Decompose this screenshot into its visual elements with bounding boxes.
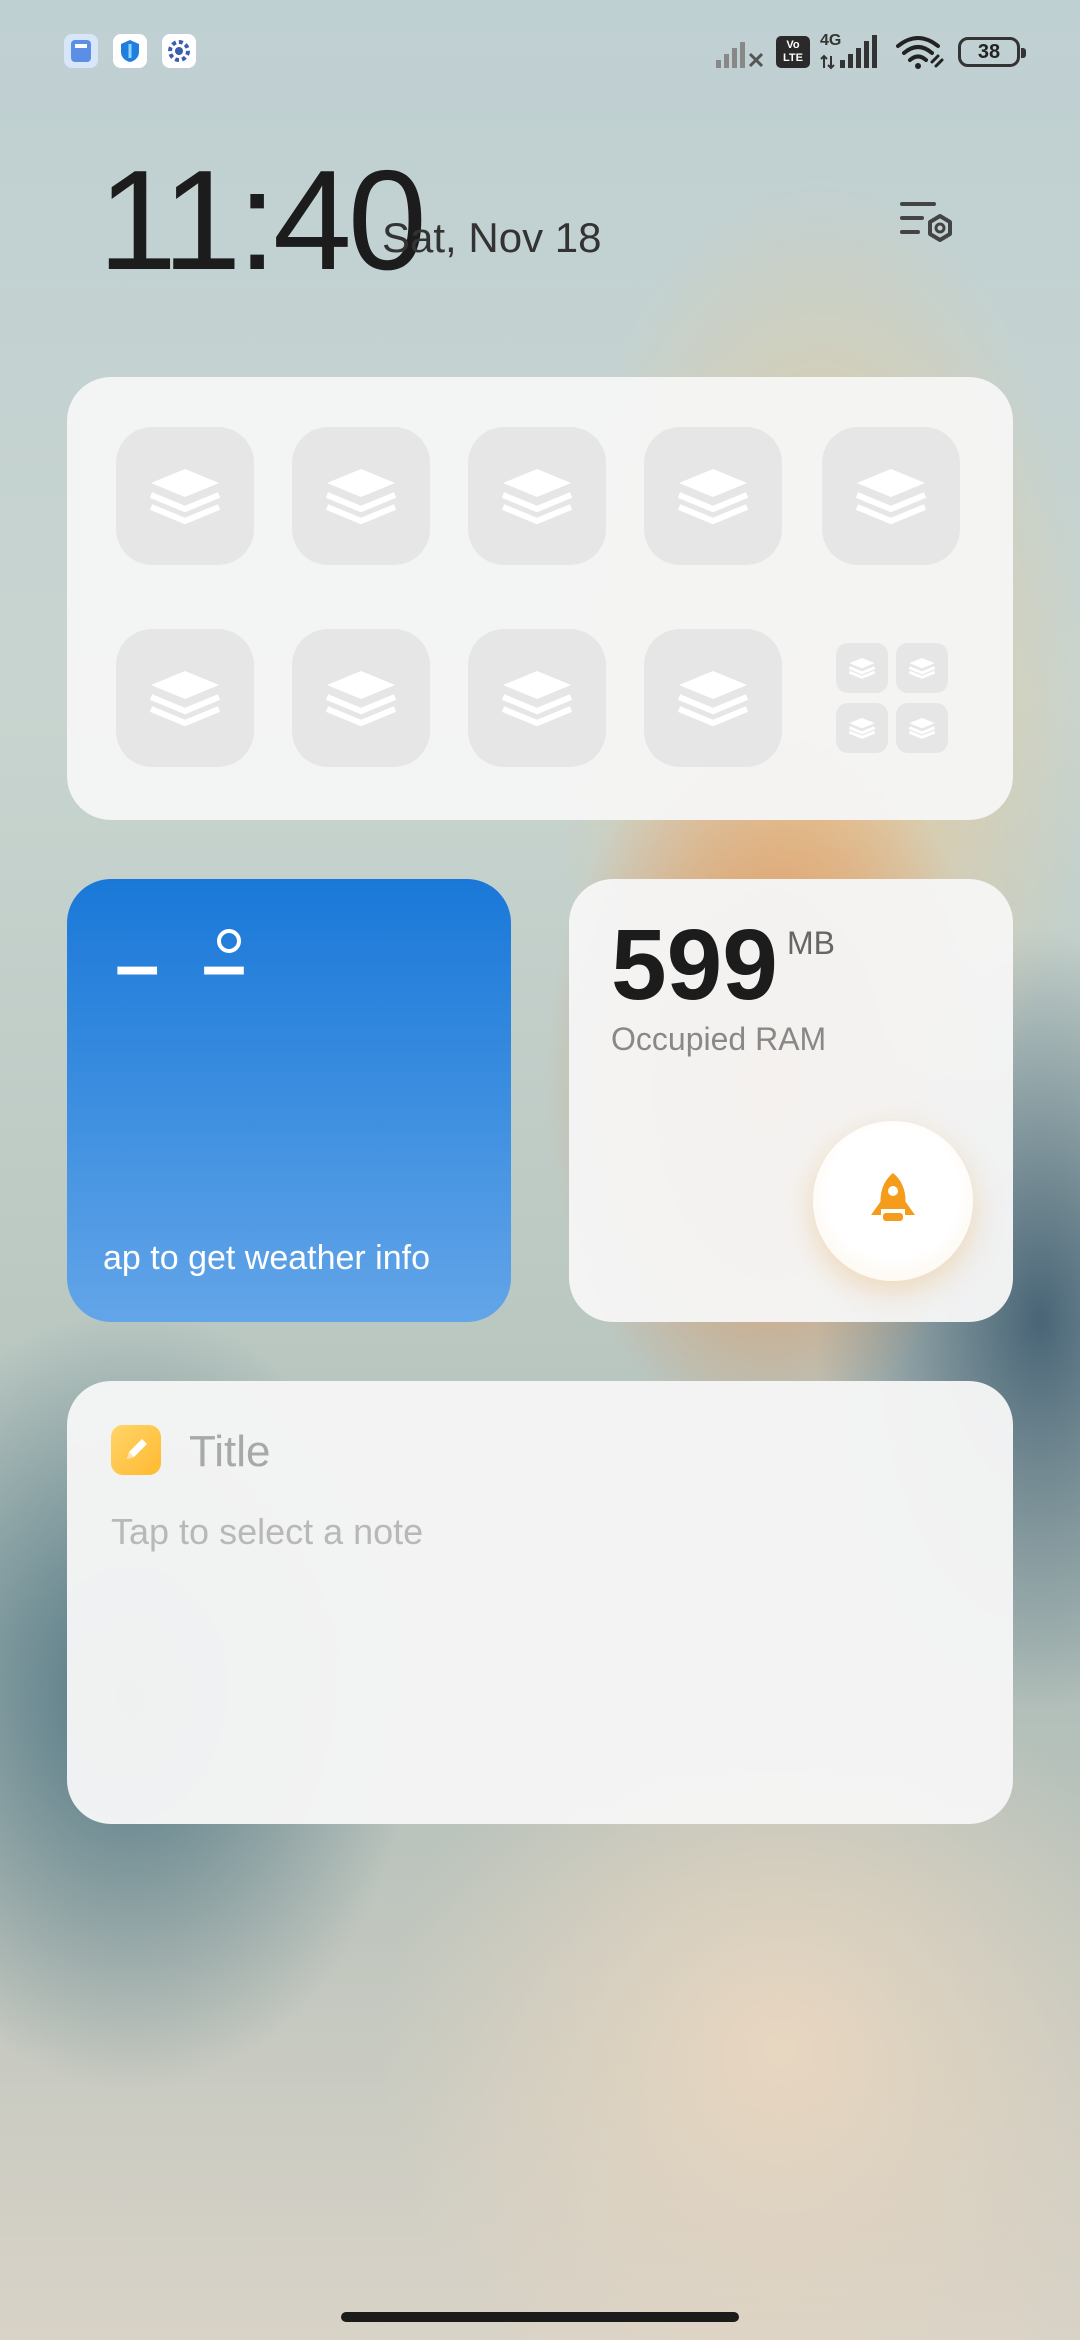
quick-toggle-3[interactable]: [468, 427, 606, 565]
battery-icon: 38: [958, 37, 1026, 67]
layers-icon: [896, 643, 948, 693]
home-indicator[interactable]: [341, 2312, 739, 2322]
quick-toggle-1[interactable]: [116, 427, 254, 565]
memory-widget: 599 MB Occupied RAM: [569, 879, 1013, 1322]
battery-level: 38: [977, 40, 1001, 63]
quick-toggle-6[interactable]: [116, 629, 254, 767]
weather-widget[interactable]: – – ap to get weather info: [67, 879, 511, 1322]
ram-unit: MB: [787, 925, 835, 961]
layers-icon: [501, 469, 573, 525]
signal-4g-icon: 4G: [820, 32, 884, 72]
ram-value: 599: [611, 909, 778, 1021]
wifi-icon: [896, 36, 944, 69]
quick-toggle-5[interactable]: [822, 427, 960, 565]
layers-icon: [149, 469, 221, 525]
rocket-icon: [871, 1173, 915, 1221]
more-toggles-button[interactable]: [836, 643, 952, 755]
clock-date: Sat, Nov 18: [382, 214, 602, 261]
clock-time: 11:40: [98, 141, 427, 300]
quick-toggle-7[interactable]: [292, 629, 430, 767]
settings-app-icon: [162, 34, 196, 68]
ram-label: Occupied RAM: [611, 1021, 827, 1057]
layers-icon: [896, 703, 948, 753]
note-pencil-icon: [111, 1425, 161, 1475]
quick-toggle-9[interactable]: [644, 629, 782, 767]
boost-button[interactable]: [813, 1121, 973, 1281]
layers-icon: [677, 469, 749, 525]
layers-icon: [325, 671, 397, 727]
layers-icon: [836, 703, 888, 753]
volte-icon: Vo LTE: [776, 36, 810, 68]
quick-toggle-2[interactable]: [292, 427, 430, 565]
list-settings-icon: [900, 202, 952, 242]
layers-icon: [836, 643, 888, 693]
security-app-icon: [113, 34, 147, 68]
layers-icon: [855, 469, 927, 525]
edit-control-center-button[interactable]: [896, 194, 962, 254]
layers-icon: [677, 671, 749, 727]
layers-icon: [325, 469, 397, 525]
status-bar: Vo LTE 4G 38: [0, 0, 1080, 100]
notes-widget[interactable]: Title Tap to select a note: [67, 1381, 1013, 1824]
quick-toggle-8[interactable]: [468, 629, 606, 767]
layers-icon: [501, 671, 573, 727]
note-title: Title: [189, 1427, 271, 1476]
cleaner-app-icon: [64, 34, 98, 68]
note-hint: Tap to select a note: [111, 1511, 424, 1552]
quick-toggle-4[interactable]: [644, 427, 782, 565]
weather-hint: ap to get weather info: [103, 1239, 431, 1277]
degree-icon: [217, 929, 241, 953]
layers-icon: [149, 671, 221, 727]
signal-no-service-icon: [716, 42, 764, 68]
